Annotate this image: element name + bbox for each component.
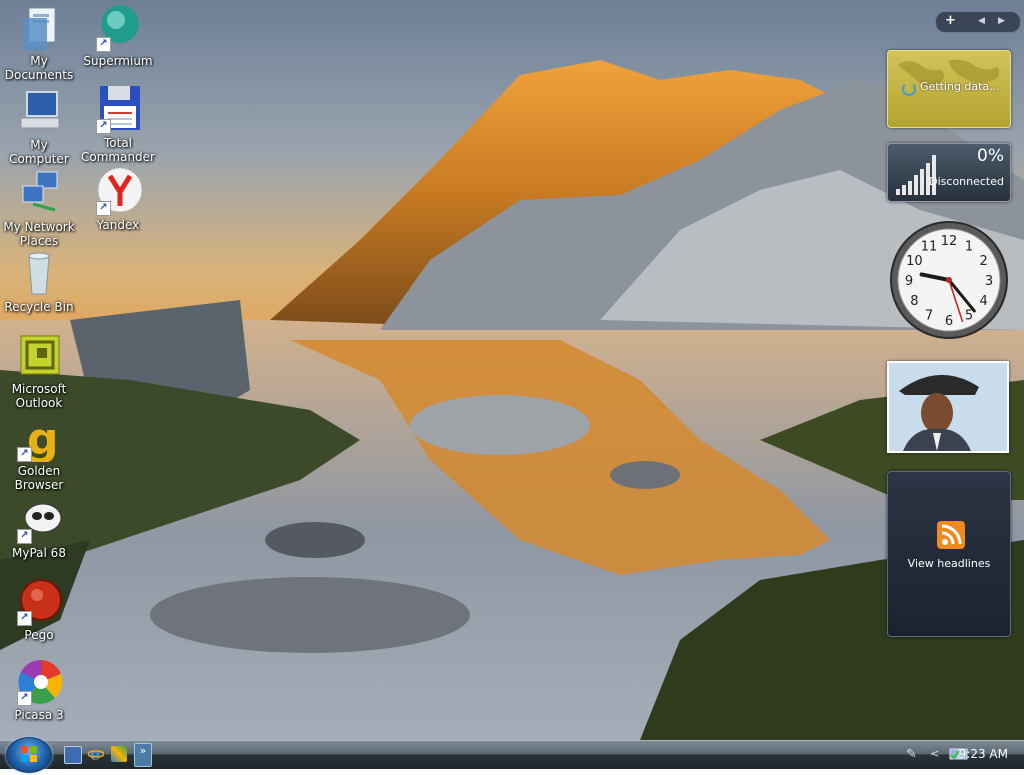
- golden-browser-icon: g ↗: [15, 414, 63, 465]
- switch-windows-icon[interactable]: [111, 746, 127, 762]
- desktop-icon-label: Microsoft Outlook: [11, 382, 67, 410]
- rss-icon: [937, 521, 965, 549]
- pego-icon: ↗: [15, 578, 63, 626]
- network-percent: 0%: [977, 146, 1004, 166]
- desktop-icon-pego[interactable]: ↗ Pego: [0, 578, 78, 642]
- supermium-icon: ↗: [94, 4, 142, 52]
- taskbar: e » ✎ < 9:23 AM: [0, 737, 1024, 773]
- show-desktop-icon[interactable]: [64, 746, 82, 764]
- mypal-icon: ↗: [15, 496, 63, 544]
- yandex-icon: ↗: [94, 167, 143, 216]
- desktop-icon-yandex[interactable]: ↗ Yandex: [79, 167, 157, 232]
- desktop-icon-label: Supermium: [83, 54, 153, 68]
- internet-explorer-icon[interactable]: e: [87, 745, 105, 764]
- clock-numeral: 7: [925, 309, 933, 324]
- desktop-icon-recycle-bin[interactable]: Recycle Bin: [0, 250, 78, 314]
- system-tray: ✎ < 9:23 AM: [874, 741, 1024, 769]
- desktop-icon-my-network-places[interactable]: My Network Places: [0, 170, 78, 248]
- recycle-bin-icon: [15, 250, 63, 298]
- outlook-icon: [15, 332, 63, 380]
- next-page-button[interactable]: ▶: [998, 16, 1005, 26]
- picasa-icon: ↗: [15, 658, 63, 706]
- desktop-icon-picasa[interactable]: ↗ Picasa 3: [0, 658, 78, 722]
- svg-text:e: e: [90, 746, 100, 762]
- network-meter-gadget[interactable]: 0% Disconnected: [887, 143, 1011, 202]
- shortcut-arrow-icon: ↗: [17, 447, 32, 462]
- analog-clock: 1234567891011 12: [890, 221, 1008, 339]
- computer-icon: [15, 88, 63, 136]
- desktop-icon-microsoft-outlook[interactable]: Microsoft Outlook: [0, 332, 78, 410]
- desktop-icon-label: Yandex: [96, 218, 140, 232]
- desktop-icon-label: Total Commander: [81, 136, 155, 164]
- loading-spinner-icon: [902, 82, 916, 96]
- shortcut-arrow-icon: ↗: [96, 119, 111, 134]
- desktop-icon-label: Picasa 3: [14, 708, 64, 722]
- windows-logo-icon: [21, 746, 37, 762]
- sidebar-controls: + ◀ ▶: [935, 11, 1021, 33]
- clock-numeral: 12: [941, 234, 958, 249]
- more-items-icon[interactable]: »: [134, 743, 152, 767]
- clock-numeral: 4: [980, 294, 988, 309]
- desktop-icon-label: My Documents: [4, 54, 74, 82]
- shortcut-arrow-icon: ↗: [17, 529, 32, 544]
- add-gadget-button[interactable]: +: [945, 13, 956, 28]
- previous-page-button[interactable]: ◀: [978, 16, 985, 26]
- shortcut-arrow-icon: ↗: [17, 691, 32, 706]
- slideshow-photo: [889, 363, 1007, 451]
- desktop-icon-supermium[interactable]: ↗ Supermium: [79, 4, 157, 68]
- network-status: Disconnected: [929, 175, 1004, 188]
- clock-numeral: 10: [906, 254, 923, 269]
- view-headlines-link[interactable]: View headlines: [888, 557, 1010, 570]
- desktop-icon-label: Recycle Bin: [4, 300, 74, 314]
- clock-numeral: 11: [921, 239, 938, 254]
- desktop-icon-mypal[interactable]: ↗ MyPal 68: [0, 496, 78, 560]
- network-icon: [15, 170, 63, 218]
- clock-numeral: 8: [910, 294, 918, 309]
- desktop-icon-my-computer[interactable]: My Computer: [0, 88, 78, 166]
- documents-folder-icon: [15, 4, 63, 52]
- feed-headlines-gadget[interactable]: View headlines: [887, 471, 1011, 637]
- clock-gadget[interactable]: 1 2 3 4 5 6 7 8 9 10 11 12: [888, 218, 1010, 342]
- clock-numeral: 5: [965, 309, 973, 324]
- taskbar-clock[interactable]: 9:23 AM: [959, 747, 1008, 761]
- clock-numeral: 3: [985, 274, 993, 289]
- desktop-icon-total-commander[interactable]: ↗ Total Commander: [79, 86, 157, 164]
- desktop-icon-label: MyPal 68: [12, 546, 66, 560]
- clock-numeral: 1: [965, 239, 973, 254]
- desktop-icon-label: My Computer: [9, 138, 69, 166]
- weather-gadget[interactable]: Getting data...: [887, 50, 1011, 128]
- desktop-icon-my-documents[interactable]: My Documents: [0, 4, 78, 82]
- clock-numeral: 9: [905, 274, 913, 289]
- floppy-disk-icon: ↗: [94, 86, 142, 134]
- desktop-icon-label: My Network Places: [3, 220, 75, 248]
- clock-numeral: 6: [945, 314, 953, 329]
- slideshow-gadget[interactable]: [887, 361, 1009, 453]
- desktop-icon-golden-browser[interactable]: g ↗ Golden Browser: [0, 414, 78, 492]
- clock-numeral: 2: [980, 254, 988, 269]
- desktop-icon-label: Golden Browser: [14, 464, 64, 492]
- shortcut-arrow-icon: ↗: [96, 201, 111, 216]
- pen-icon[interactable]: ✎: [906, 747, 920, 762]
- chevron-left-icon[interactable]: <: [930, 747, 944, 761]
- weather-status: Getting data...: [920, 80, 1000, 93]
- desktop-icon-label: Pego: [24, 628, 54, 642]
- shortcut-arrow-icon: ↗: [96, 37, 111, 52]
- shortcut-arrow-icon: ↗: [17, 611, 32, 626]
